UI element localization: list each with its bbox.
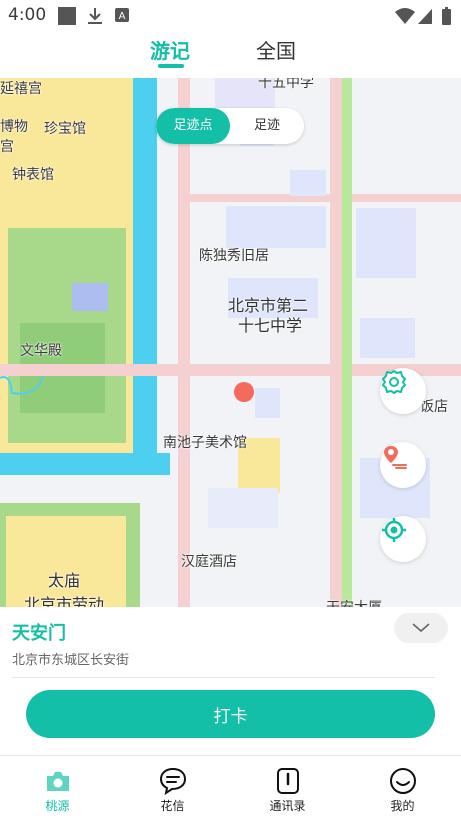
map-label-yanxi: 延禧宫 xyxy=(0,81,42,97)
locate-crosshair-icon xyxy=(382,518,406,542)
download-icon xyxy=(88,8,102,24)
nav-label: 我的 xyxy=(390,799,415,813)
map-label-wenhua: 文华殿 xyxy=(20,343,62,359)
route-pin-icon xyxy=(384,446,407,469)
expand-button[interactable] xyxy=(394,613,448,643)
message-bubble-icon xyxy=(159,767,187,796)
map-label-hanting: 汉庭酒店 xyxy=(181,554,237,570)
status-bar: 4:00 A xyxy=(0,0,461,30)
map-label-palace: 宫 xyxy=(0,139,14,155)
map-label-laodong: 北京市劳动 xyxy=(24,595,105,607)
bottom-nav: 桃源 花信 通讯录 我的 xyxy=(0,755,461,820)
gear-icon xyxy=(382,370,406,394)
locate-button[interactable] xyxy=(380,516,426,562)
map-label-shiwu: 十五中学 xyxy=(258,78,314,91)
camera-icon xyxy=(47,772,69,791)
nav-label: 桃源 xyxy=(45,799,70,813)
smiley-face-icon xyxy=(390,768,416,794)
nav-item-taoyuan[interactable]: 桃源 xyxy=(0,756,115,820)
tab-active-indicator xyxy=(158,64,184,68)
contacts-book-icon xyxy=(277,768,299,794)
app-notification-icon: A xyxy=(115,8,129,22)
nav-item-mine[interactable]: 我的 xyxy=(345,756,460,820)
mode-switch: 足迹点 足迹 xyxy=(156,108,304,144)
map-label-school-line2: 十七中学 xyxy=(238,316,303,335)
wifi-icon xyxy=(395,8,415,24)
settings-button[interactable] xyxy=(380,368,426,414)
place-name: 天安门 xyxy=(12,623,66,644)
nav-item-huaxin[interactable]: 花信 xyxy=(115,756,230,820)
signal-icon xyxy=(418,9,432,24)
tab-nationwide[interactable]: 全国 xyxy=(256,35,296,64)
header-tabs: 游记 全国 xyxy=(0,30,461,78)
map-label-taimiao: 太庙 xyxy=(48,571,81,590)
place-address: 北京市东城区长安街 xyxy=(12,653,130,668)
place-panel: 天安门 北京市东城区长安街 打卡 xyxy=(0,607,461,755)
checkin-button[interactable]: 打卡 xyxy=(26,690,435,738)
chevron-down-icon xyxy=(412,623,430,633)
status-time: 4:00 xyxy=(8,5,47,25)
map-view[interactable]: 延禧宫 博物 宫 珍宝馆 钟表馆 文华殿 陈独秀旧居 北京市第二 十七中学 十五… xyxy=(0,78,461,607)
map-label-tianan: 天安大厦 xyxy=(326,597,382,607)
route-button[interactable] xyxy=(380,442,426,488)
battery-icon xyxy=(442,7,451,25)
current-location-marker[interactable] xyxy=(234,382,254,402)
tab-travelogue[interactable]: 游记 xyxy=(150,35,190,64)
mode-footprint-points[interactable]: 足迹点 xyxy=(156,108,230,144)
map-label-museum: 博物 xyxy=(0,119,28,135)
map-label-treasure: 珍宝馆 xyxy=(44,121,86,137)
svg-text:A: A xyxy=(119,11,126,22)
mode-footprint[interactable]: 足迹 xyxy=(230,108,304,144)
nav-label: 通讯录 xyxy=(269,799,306,813)
gallery-notification-icon xyxy=(58,7,76,25)
map-label-nanchizi: 南池子美术馆 xyxy=(163,435,247,451)
map-label-clock: 钟表馆 xyxy=(12,167,54,183)
nav-label: 花信 xyxy=(160,799,185,813)
divider xyxy=(12,677,435,678)
nav-item-contacts[interactable]: 通讯录 xyxy=(230,756,345,820)
map-label-chenduxiu: 陈独秀旧居 xyxy=(199,248,269,264)
